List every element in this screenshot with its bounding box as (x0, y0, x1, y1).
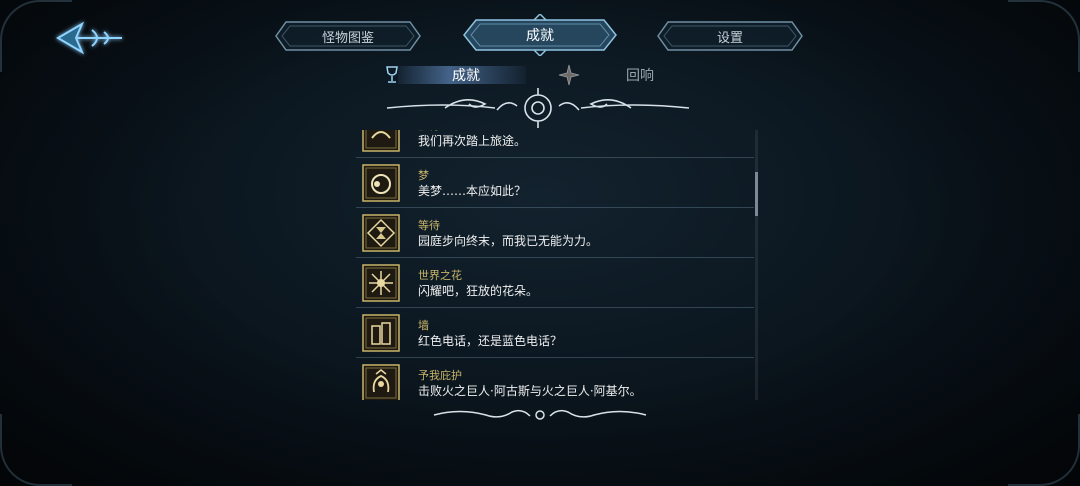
list-item[interactable]: 世界之花 闪耀吧，狂放的花朵。 (356, 259, 754, 308)
subtab-label: 回响 (626, 68, 654, 84)
achievement-title: 梦 (418, 169, 429, 182)
list-item[interactable]: 旅行 我们再次踏上旅途。 (356, 130, 754, 158)
star-compass-icon (558, 64, 580, 86)
tab-settings[interactable]: 设置 (656, 20, 804, 52)
dream-icon (362, 164, 400, 202)
achievement-desc: 我们再次踏上旅途。 (418, 134, 527, 148)
list-item[interactable]: 予我庇护 击败火之巨人·阿古斯与火之巨人·阿基尔。 (356, 359, 754, 400)
scrollbar[interactable] (755, 130, 758, 400)
divider-ornament-bottom (433, 409, 647, 420)
hourglass-icon (362, 214, 400, 252)
back-arrow-icon (56, 21, 122, 55)
subtab-bar: 成就 回响 (380, 62, 700, 88)
scrollbar-thumb[interactable] (755, 172, 758, 216)
journey-icon (362, 130, 400, 152)
corner-ornament (1008, 414, 1080, 486)
achievement-title: 予我庇护 (418, 369, 462, 382)
list-item[interactable]: 墙 红色电话，还是蓝色电话？ (356, 309, 754, 358)
subtab-echoes[interactable]: 回响 (558, 62, 678, 88)
chalice-icon (386, 66, 398, 83)
wall-icon (362, 314, 400, 352)
tab-achievements[interactable]: 成就 (462, 14, 618, 56)
achievement-desc: 红色电话，还是蓝色电话？ (418, 334, 563, 348)
list-item[interactable]: 等待 园庭步向终末，而我已无能为力。 (356, 209, 754, 258)
achievement-title: 世界之花 (418, 269, 462, 282)
achievement-desc: 闪耀吧，狂放的花朵。 (418, 284, 539, 298)
corner-ornament (1008, 0, 1080, 72)
tab-monster-codex[interactable]: 怪物图鉴 (274, 20, 422, 52)
subtab-label: 成就 (452, 68, 480, 84)
corner-ornament (0, 414, 72, 486)
achievement-list[interactable]: 旅行 我们再次踏上旅途。 梦 美梦……本应如此？ 等待 园庭步向终末，而我已无能… (356, 130, 758, 400)
tab-label: 成就 (526, 28, 554, 44)
achievement-desc: 击败火之巨人·阿古斯与火之巨人·阿基尔。 (418, 384, 642, 398)
tab-label: 怪物图鉴 (321, 30, 374, 46)
tab-label: 设置 (716, 30, 743, 46)
achievement-title: 墙 (418, 319, 429, 332)
flower-icon (362, 264, 400, 302)
subtab-achievements[interactable]: 成就 (380, 62, 530, 88)
list-item[interactable]: 梦 美梦……本应如此？ (356, 159, 754, 208)
achievement-desc: 园庭步向终末，而我已无能为力。 (418, 234, 599, 248)
divider-ornament (386, 88, 690, 128)
achievement-desc: 美梦……本应如此？ (418, 184, 527, 198)
achievement-title: 等待 (418, 219, 440, 232)
back-button[interactable] (52, 16, 128, 60)
shield-sprite-icon (362, 364, 400, 400)
